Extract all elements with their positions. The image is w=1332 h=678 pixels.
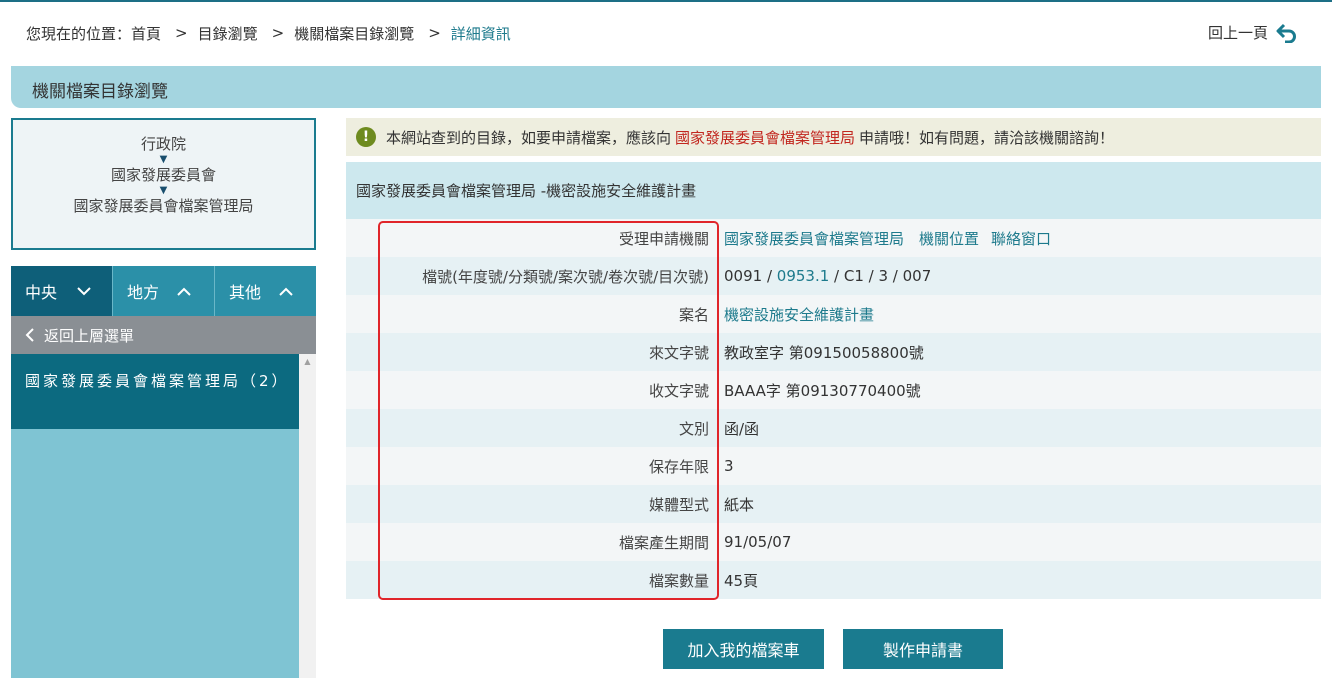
top-divider (0, 0, 1332, 2)
breadcrumb-agency-catalog[interactable]: 機關檔案目錄瀏覽 (294, 23, 414, 44)
tab-label: 其他 (229, 283, 262, 302)
fileno-year: 0091 (724, 267, 763, 285)
scrollbar[interactable] (299, 354, 316, 678)
tab-local[interactable]: 地方 (112, 266, 214, 316)
highlight-box (378, 221, 719, 600)
tab-central[interactable]: 中央 (11, 266, 112, 316)
tab-other[interactable]: 其他 (214, 266, 316, 316)
field-value: BAAA字 第09130770400號 (724, 381, 921, 400)
breadcrumb: 您現在的位置： 首頁 > 目錄瀏覽 > 機關檔案目錄瀏覽 > 詳細資訊 (26, 23, 511, 43)
fileno-rest: C1 / 3 / 007 (843, 267, 932, 285)
triangle-down-icon: ▼ (159, 185, 168, 196)
section-title: 機關檔案目錄瀏覽 (32, 82, 168, 102)
region-tabs: 中央 地方 其他 (11, 266, 316, 316)
chevron-left-icon (25, 328, 34, 342)
fileno-class-link[interactable]: 0953.1 (777, 267, 830, 285)
field-value: 教政室字 第09150058800號 (724, 343, 924, 362)
add-to-cart-button[interactable]: 加入我的檔案車 (663, 629, 824, 669)
notice-text-after: 申請哦！如有問題，請洽該機關諮詢！ (859, 128, 1115, 147)
fileno-separator: / (829, 267, 844, 285)
breadcrumb-separator: > (175, 24, 188, 42)
breadcrumb-prefix: 您現在的位置： (26, 24, 132, 43)
breadcrumb-current: 詳細資訊 (450, 24, 511, 43)
hierarchy-level-1[interactable]: 行政院 (13, 134, 314, 154)
notice-text-before: 本網站查到的目錄，如要申請檔案，應該向 (386, 128, 672, 147)
scroll-up-icon[interactable]: ▲ (299, 354, 316, 370)
back-arrow-icon (1276, 23, 1296, 43)
chevron-up-icon (177, 287, 191, 296)
breadcrumb-separator: > (271, 24, 285, 42)
make-application-button[interactable]: 製作申請書 (843, 629, 1003, 669)
chevron-down-icon (77, 286, 91, 295)
agency-hierarchy: 行政院 ▼ 國家發展委員會 ▼ 國家發展委員會檔案管理局 (11, 118, 316, 250)
fileno-separator: / (762, 267, 777, 285)
breadcrumb-catalog[interactable]: 目錄瀏覽 (198, 23, 258, 44)
back-to-parent-menu[interactable]: 返回上層選單 (11, 316, 316, 354)
field-value: 91/05/07 (724, 533, 792, 551)
back-button[interactable]: 回上一頁 (1208, 22, 1298, 43)
breadcrumb-home[interactable]: 首頁 (131, 23, 161, 44)
tab-label: 中央 (25, 283, 58, 302)
case-name-link[interactable]: 機密設施安全維護計畫 (724, 304, 874, 325)
field-value: 機密設施安全維護計畫 (709, 304, 874, 325)
field-value: 國家發展委員會檔案管理局 機關位置 聯絡窗口 (709, 228, 1051, 249)
breadcrumb-separator: > (428, 24, 441, 42)
triangle-down-icon: ▼ (159, 154, 168, 165)
chevron-up-icon (279, 287, 293, 296)
section-header: 機關檔案目錄瀏覽 (11, 66, 1321, 108)
notice-banner: ! 本網站查到的目錄，如要申請檔案，應該向 國家發展委員會檔案管理局 申請哦！如… (346, 118, 1321, 156)
back-menu-label: 返回上層選單 (44, 326, 135, 345)
sidebar-item-archives-agency[interactable]: 國家發展委員會檔案管理局（2） (11, 354, 299, 429)
agency-name-link[interactable]: 國家發展委員會檔案管理局 (724, 228, 904, 249)
exclamation-icon: ! (356, 127, 376, 147)
notice-agency-link[interactable]: 國家發展委員會檔案管理局 (675, 127, 855, 148)
back-label: 回上一頁 (1207, 24, 1268, 42)
hierarchy-level-3[interactable]: 國家發展委員會檔案管理局 (13, 196, 314, 216)
agency-location-link[interactable]: 機關位置 (919, 228, 979, 249)
hierarchy-level-2[interactable]: 國家發展委員會 (13, 165, 314, 185)
agency-contact-link[interactable]: 聯絡窗口 (991, 228, 1051, 249)
record-title: 國家發展委員會檔案管理局 -機密設施安全維護計畫 (346, 162, 1321, 219)
tab-label: 地方 (127, 283, 160, 302)
field-value: 0091 / 0953.1 / C1 / 3 / 007 (709, 267, 931, 285)
